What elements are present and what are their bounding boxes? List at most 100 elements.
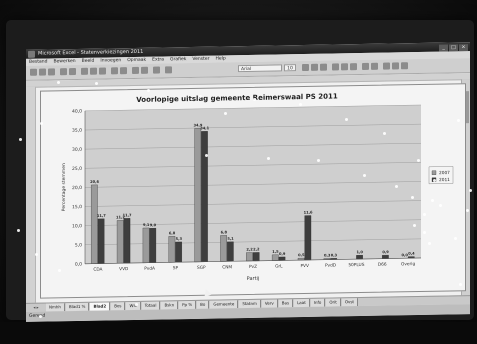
- light-dot: [58, 269, 61, 272]
- copy-icon[interactable]: [90, 67, 97, 75]
- data-label: 0,9: [382, 250, 389, 254]
- chart-area[interactable]: Voorlopige uitslag gemeente Reimerswaal …: [40, 83, 466, 299]
- align-center-icon[interactable]: [341, 63, 348, 71]
- light-dot: [433, 179, 436, 182]
- light-dot: [35, 253, 38, 256]
- data-label: 11,7: [123, 213, 132, 217]
- excel-app-icon: [28, 50, 35, 58]
- light-dot: [417, 159, 420, 162]
- light-dot: [345, 118, 348, 121]
- light-dot: [253, 98, 256, 101]
- x-tick-label: VVD: [119, 266, 129, 272]
- y-tick-label: 25,0: [72, 166, 82, 172]
- font-size-select[interactable]: 10: [284, 64, 296, 72]
- print-icon[interactable]: [60, 68, 67, 76]
- redo-icon[interactable]: [120, 67, 127, 75]
- x-axis-label: Partij: [247, 276, 260, 282]
- light-dot: [199, 95, 202, 98]
- sort-icon[interactable]: [141, 66, 148, 74]
- sheet-tab[interactable]: Info: [310, 298, 326, 307]
- bar-2011: [382, 254, 389, 259]
- x-tick-label: PvZ: [249, 264, 257, 270]
- sheet-tab[interactable]: Orit: [326, 298, 341, 307]
- x-tick-label: PvdA: [144, 266, 155, 272]
- underline-icon[interactable]: [320, 63, 327, 71]
- bar-2011: [304, 215, 312, 261]
- light-dot: [423, 231, 426, 234]
- bar-2011: [97, 218, 105, 264]
- percent-icon[interactable]: [371, 62, 378, 70]
- preview-icon[interactable]: [69, 68, 76, 76]
- x-tick-label: PVV: [300, 263, 309, 269]
- x-tick-label: CNM: [222, 264, 232, 270]
- x-tick-label: 50PLUS: [348, 262, 364, 268]
- data-label: 11,6: [304, 210, 313, 214]
- font-color-icon[interactable]: [401, 62, 408, 70]
- light-dot: [40, 122, 43, 125]
- bar-2011: [123, 218, 131, 264]
- bar-2007: [194, 128, 202, 263]
- light-dot: [423, 213, 426, 216]
- sheet-tab[interactable]: Wsl: [126, 301, 141, 311]
- sheet-tab[interactable]: Bo: [197, 300, 210, 309]
- bar-2007: [168, 236, 176, 263]
- bar-2011: [252, 252, 260, 262]
- light-dot: [459, 283, 462, 286]
- currency-icon[interactable]: [362, 62, 369, 71]
- light-dot: [17, 229, 20, 232]
- excel-window: Microsoft Excel - Statenverkiezingen 201…: [26, 42, 470, 322]
- save-icon[interactable]: [48, 68, 55, 76]
- data-label: 20,6: [90, 180, 99, 184]
- light-dot: [317, 159, 320, 162]
- open-icon[interactable]: [39, 68, 46, 76]
- undo-icon[interactable]: [111, 67, 118, 75]
- cut-icon[interactable]: [81, 67, 88, 75]
- data-label: 1,0: [357, 250, 364, 254]
- new-icon[interactable]: [30, 68, 37, 76]
- chart-wizard-icon[interactable]: [132, 66, 139, 75]
- x-tick-label: Overig: [401, 261, 416, 267]
- data-label: 0,9: [279, 252, 286, 256]
- fill-color-icon[interactable]: [392, 62, 399, 70]
- legend-swatch: [431, 170, 437, 175]
- bar-2011: [278, 256, 286, 261]
- borders-icon[interactable]: [383, 62, 390, 70]
- light-dot: [267, 157, 270, 160]
- light-dot: [57, 81, 60, 84]
- bar-2007: [142, 227, 150, 263]
- light-dot: [454, 237, 457, 240]
- worksheet: Voorlopige uitslag gemeente Reimerswaal …: [26, 73, 470, 303]
- x-tick-label: SGP: [197, 265, 206, 271]
- paste-icon[interactable]: [99, 67, 106, 75]
- bar-2007: [271, 254, 279, 261]
- x-tick-label: SP: [173, 265, 179, 271]
- y-tick-label: 40,0: [72, 108, 82, 114]
- row-header: [26, 86, 36, 303]
- y-tick-label: 35,0: [72, 128, 82, 134]
- sheet-tab[interactable]: Bos: [111, 302, 126, 311]
- align-left-icon[interactable]: [332, 63, 339, 71]
- zoom-icon[interactable]: [153, 66, 160, 74]
- y-tick-label: 20,0: [72, 185, 82, 191]
- light-dot: [466, 209, 469, 212]
- legend-label: 2007: [439, 170, 450, 176]
- data-label: 6,8: [221, 230, 228, 234]
- font-select[interactable]: Arial: [238, 64, 282, 73]
- align-right-icon[interactable]: [350, 63, 357, 71]
- light-dot: [395, 185, 398, 188]
- help-icon[interactable]: [165, 66, 172, 74]
- bar-2011: [227, 241, 234, 262]
- bold-icon[interactable]: [302, 63, 309, 72]
- light-dot: [147, 89, 150, 92]
- light-dot: [95, 82, 98, 85]
- italic-icon[interactable]: [311, 63, 318, 71]
- bar-2007: [116, 220, 124, 264]
- light-dot: [469, 189, 472, 192]
- data-label: 9,0: [150, 223, 157, 227]
- legend-label: 2011: [439, 177, 450, 183]
- sheet-tab[interactable]: Bas: [278, 299, 294, 308]
- room-floor: [0, 322, 477, 344]
- light-dot: [205, 154, 208, 157]
- data-label: 0,4: [408, 252, 415, 256]
- light-dot: [135, 303, 138, 306]
